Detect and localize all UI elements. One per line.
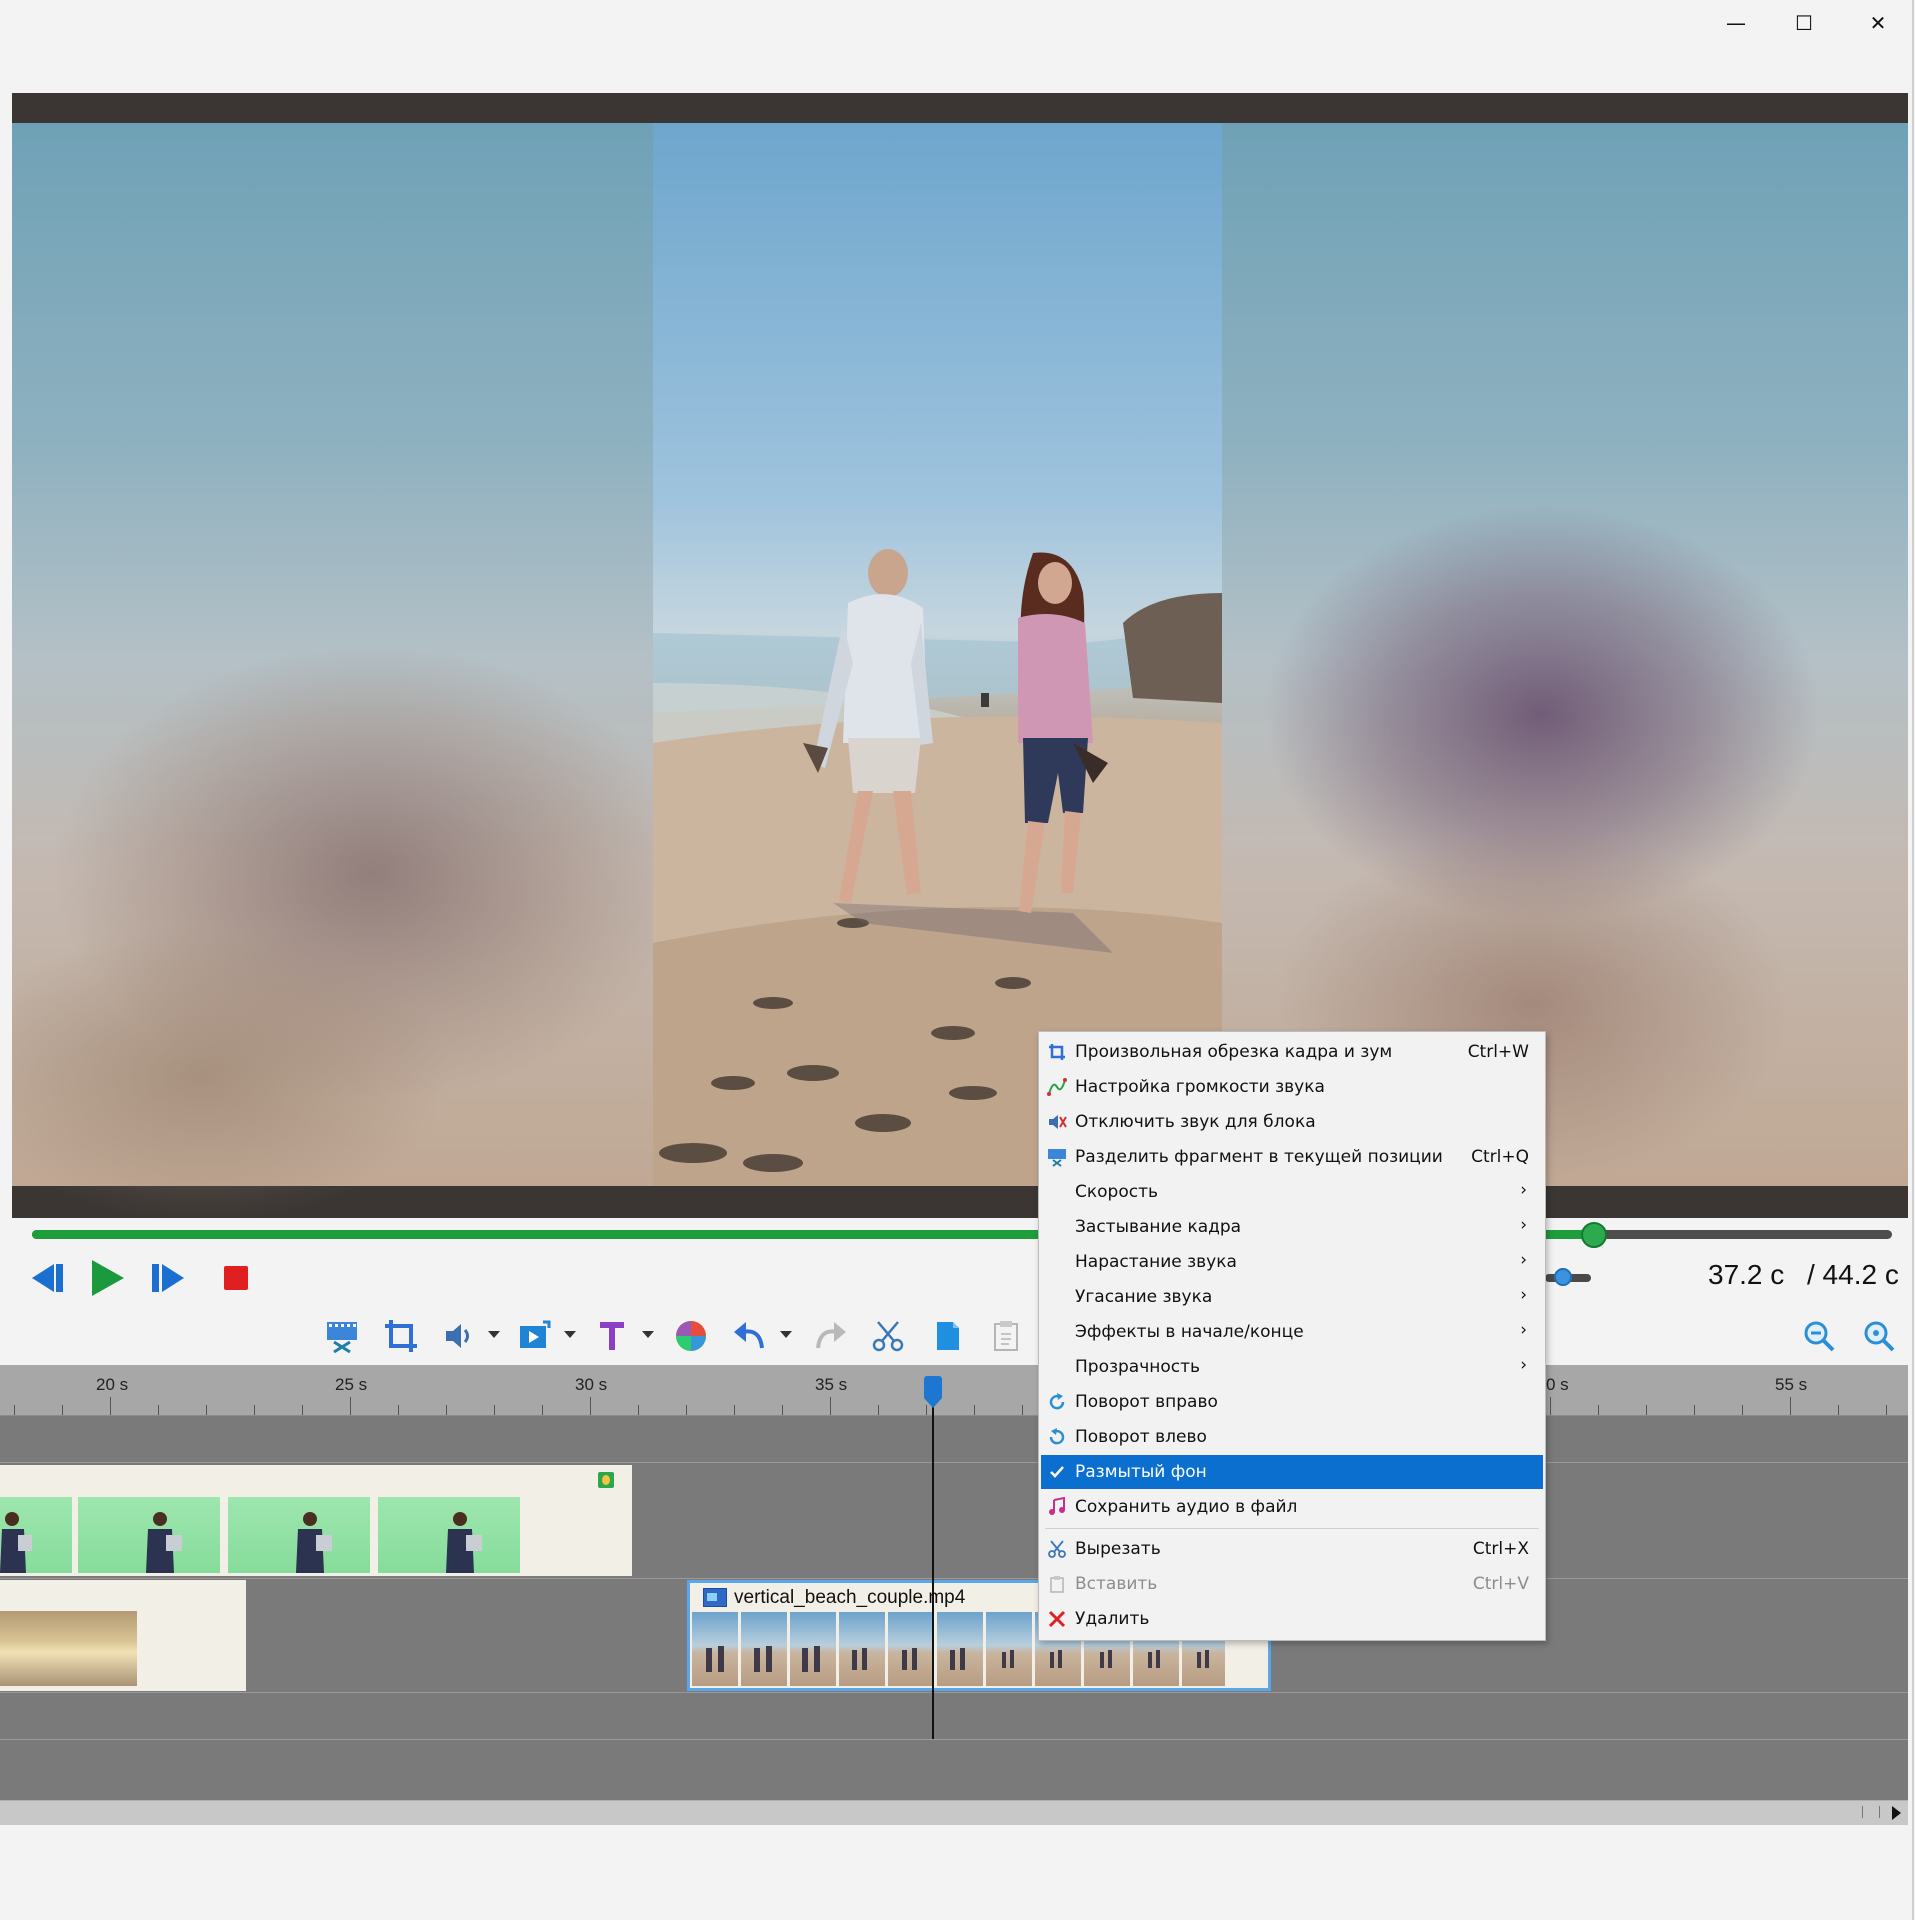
playhead-marker[interactable]	[924, 1376, 942, 1398]
text-icon[interactable]	[592, 1316, 632, 1356]
zoom-out-icon[interactable]	[1799, 1316, 1839, 1356]
playhead-line	[932, 1393, 934, 1739]
menu-item-rotate-right[interactable]: Поворот вправо	[1041, 1385, 1543, 1419]
video-preview[interactable]	[12, 93, 1908, 1218]
menu-item-mute[interactable]: Отключить звук для блока	[1041, 1105, 1543, 1139]
split-film-icon[interactable]	[322, 1316, 362, 1356]
paste-icon[interactable]	[987, 1316, 1027, 1356]
volume-curve-icon	[1047, 1077, 1067, 1097]
menu-item-save-audio[interactable]: Сохранить аудио в файл	[1041, 1490, 1543, 1524]
submenu-arrow-icon: ›	[1520, 1180, 1527, 1200]
menu-item-speed[interactable]: Скорость ›	[1041, 1175, 1543, 1209]
close-button[interactable]: ✕	[1844, 0, 1912, 46]
undo-icon[interactable]	[730, 1316, 770, 1356]
submenu-arrow-icon: ›	[1520, 1355, 1527, 1375]
playhead-marker-tip	[924, 1398, 942, 1408]
scrollbar-grip[interactable]	[1862, 1806, 1880, 1818]
timeline-ruler[interactable]: 20 s 25 s 30 s 35 s 0 s 55 s	[0, 1365, 1908, 1416]
tick-label: 20 s	[96, 1375, 129, 1394]
menu-item-fade-out[interactable]: Угасание звука ›	[1041, 1280, 1543, 1314]
volume-dropdown-arrow[interactable]	[488, 1331, 500, 1338]
save-audio-icon	[1047, 1497, 1067, 1517]
total-time: / 44.2 с	[1807, 1259, 1899, 1290]
timeline-scrollbar[interactable]	[0, 1800, 1908, 1825]
menu-item-freeze-frame[interactable]: Застывание кадра ›	[1041, 1210, 1543, 1244]
menu-item-split[interactable]: Разделить фрагмент в текущей позиции Ctrl…	[1041, 1140, 1543, 1174]
redo-icon[interactable]	[810, 1316, 850, 1356]
crop-icon	[1047, 1042, 1067, 1062]
paste-icon	[1047, 1574, 1067, 1594]
video-frame	[653, 123, 1222, 1186]
play-icon	[92, 1260, 124, 1296]
crop-icon[interactable]	[381, 1316, 421, 1356]
clip-badge-icon	[598, 1472, 614, 1488]
menu-item-rotate-left[interactable]: Поворот влево	[1041, 1420, 1543, 1454]
skip-back-icon	[32, 1264, 63, 1292]
menu-item-blur-background[interactable]: Размытый фон	[1041, 1455, 1543, 1489]
timeline-track[interactable]	[0, 1693, 1908, 1740]
tick-label: 0 s	[1546, 1375, 1569, 1394]
scroll-right-icon[interactable]	[1892, 1806, 1901, 1820]
menu-item-cut[interactable]: Вырезать Ctrl+X	[1041, 1532, 1543, 1566]
cut-icon	[1047, 1539, 1067, 1559]
play-button[interactable]	[88, 1258, 128, 1298]
tick-label: 55 s	[1775, 1375, 1808, 1394]
minimize-button[interactable]: —	[1702, 0, 1770, 46]
submenu-arrow-icon: ›	[1520, 1250, 1527, 1270]
menu-item-opacity[interactable]: Прозрачность ›	[1041, 1350, 1543, 1384]
submenu-arrow-icon: ›	[1520, 1320, 1527, 1340]
seek-handle[interactable]	[1581, 1222, 1607, 1248]
window-right-border	[1912, 0, 1914, 1920]
menu-item-paste[interactable]: Вставить Ctrl+V	[1041, 1567, 1543, 1601]
menu-item-crop-zoom[interactable]: Произвольная обрезка кадра и зум Ctrl+W	[1041, 1035, 1543, 1069]
rotate-right-icon	[1047, 1392, 1067, 1412]
menu-item-volume[interactable]: Настройка громкости звука	[1041, 1070, 1543, 1104]
tick-label: 30 s	[575, 1375, 608, 1394]
context-menu: Произвольная обрезка кадра и зум Ctrl+W Н…	[1038, 1031, 1546, 1641]
split-icon	[1047, 1147, 1067, 1167]
text-dropdown-arrow[interactable]	[642, 1331, 654, 1338]
menu-item-fade-in[interactable]: Нарастание звука ›	[1041, 1245, 1543, 1279]
submenu-arrow-icon: ›	[1520, 1285, 1527, 1305]
clip-title: vertical_beach_couple.mp4	[734, 1587, 966, 1608]
next-frame-button[interactable]	[148, 1260, 188, 1296]
volume-slider-handle[interactable]	[1554, 1268, 1572, 1286]
zoom-in-icon[interactable]	[1859, 1316, 1899, 1356]
menu-item-start-end-effects[interactable]: Эффекты в начале/конце ›	[1041, 1315, 1543, 1349]
rotate-left-icon	[1047, 1427, 1067, 1447]
tick-label: 25 s	[335, 1375, 368, 1394]
scissors-icon[interactable]	[868, 1316, 908, 1356]
current-time: 37.2 с	[1708, 1259, 1785, 1290]
volume-icon[interactable]	[440, 1316, 480, 1356]
video-effect-icon[interactable]	[515, 1316, 555, 1356]
clip-people	[0, 1512, 482, 1573]
delete-icon	[1047, 1609, 1067, 1629]
color-wheel-icon[interactable]	[671, 1316, 711, 1356]
checkmark-icon	[1047, 1462, 1067, 1482]
undo-dropdown-arrow[interactable]	[780, 1331, 792, 1338]
effect-dropdown-arrow[interactable]	[564, 1331, 576, 1338]
menu-item-delete[interactable]: Удалить	[1041, 1602, 1543, 1636]
submenu-arrow-icon: ›	[1520, 1215, 1527, 1235]
skip-forward-icon	[152, 1264, 184, 1292]
clip-film-icon	[703, 1588, 727, 1607]
copy-icon[interactable]	[927, 1316, 967, 1356]
stop-button[interactable]	[224, 1266, 248, 1290]
clip-thumbnail	[0, 1611, 137, 1686]
maximize-button[interactable]: ☐	[1770, 0, 1838, 46]
mute-icon	[1047, 1112, 1067, 1132]
previous-frame-button[interactable]	[28, 1260, 68, 1296]
timeline-track[interactable]	[0, 1740, 1908, 1801]
timeline-track[interactable]	[0, 1416, 1908, 1463]
tick-label: 35 s	[815, 1375, 848, 1394]
menu-separator	[1045, 1528, 1539, 1529]
